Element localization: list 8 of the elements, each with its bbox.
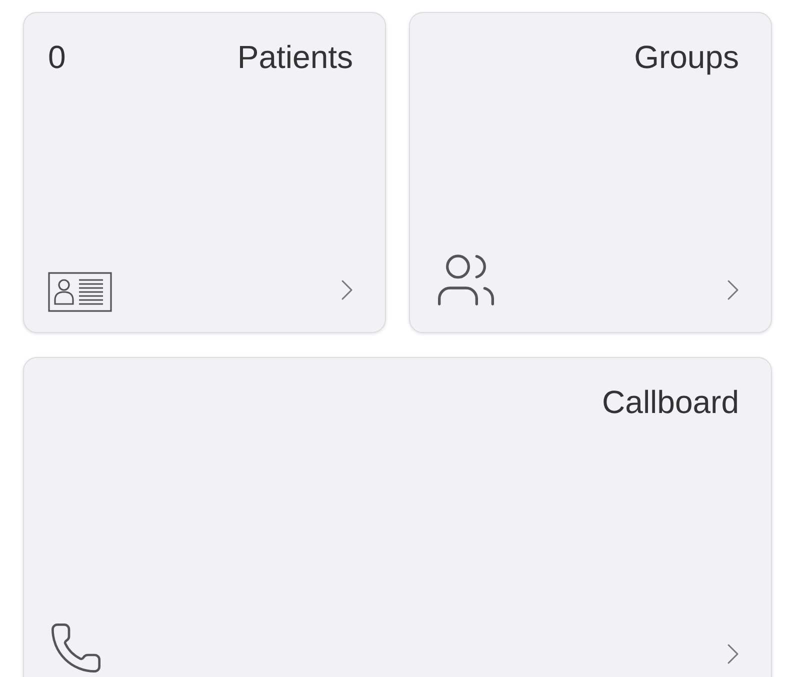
tile-card[interactable]: 0 Patients [23, 12, 386, 333]
tile-title: Callboard [602, 383, 739, 422]
id-card-icon [48, 272, 112, 312]
tile-title: Patients [237, 38, 353, 77]
tile-card[interactable]: Callboard [23, 357, 772, 677]
tile-card[interactable]: Groups [409, 12, 772, 333]
tile-title: Groups [634, 38, 739, 77]
count-label: 0 [48, 38, 66, 77]
